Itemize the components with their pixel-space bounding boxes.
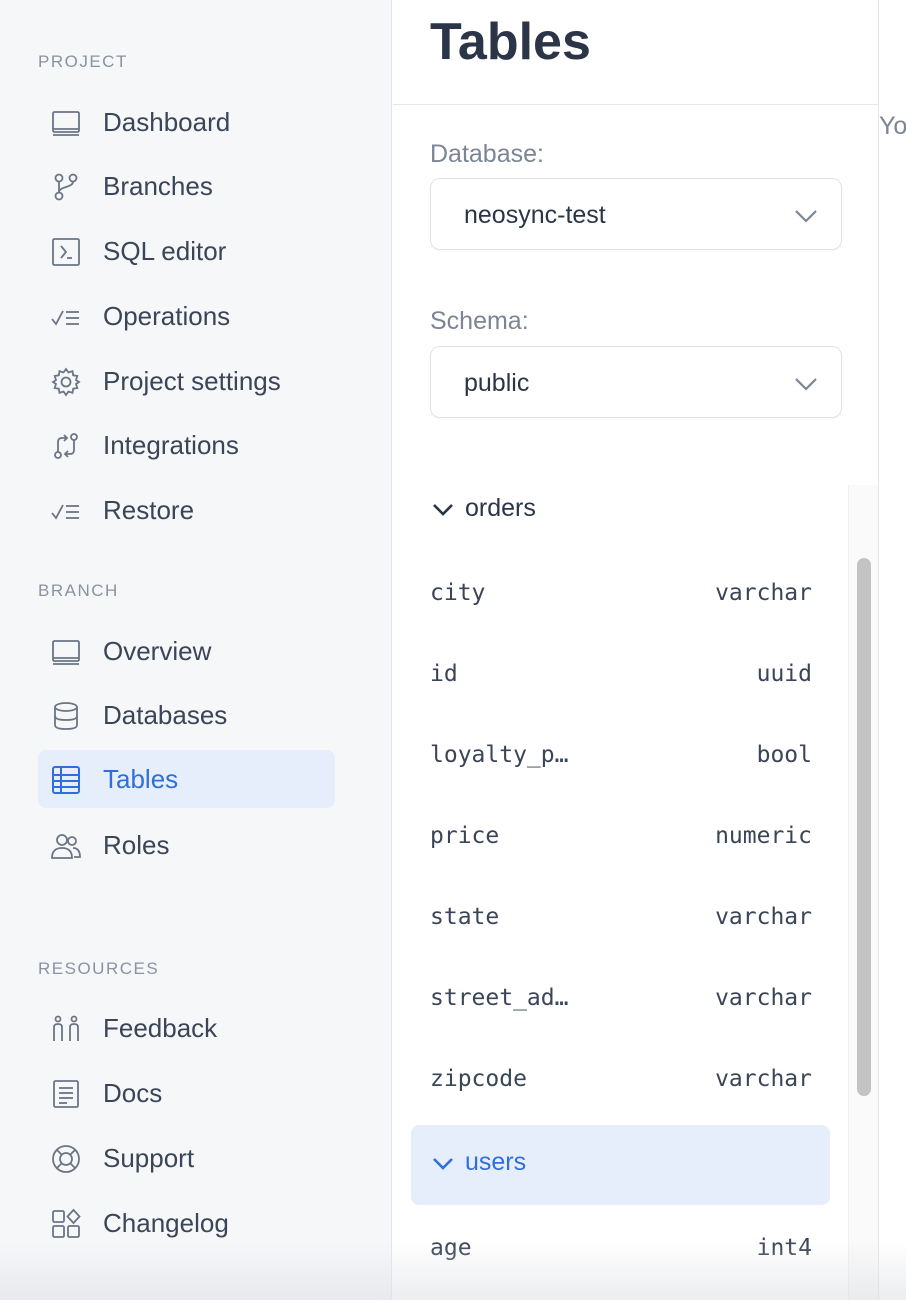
schema-select[interactable]: public <box>430 346 842 418</box>
sidebar-item-support[interactable]: Support <box>38 1129 335 1187</box>
feedback-icon <box>50 1013 82 1045</box>
sidebar-item-branches[interactable]: Branches <box>38 157 335 215</box>
sidebar-item-label: Docs <box>103 1077 163 1108</box>
section-label-project: PROJECT <box>38 52 128 71</box>
chevron-down-icon <box>795 378 817 391</box>
database-label: Database: <box>430 140 544 168</box>
column-name: id <box>430 661 458 687</box>
chevron-down-icon <box>433 1158 453 1170</box>
branch-icon <box>50 171 82 203</box>
table-item-users[interactable]: users <box>411 1125 830 1205</box>
column-row: price numeric <box>430 817 812 857</box>
dashboard-icon <box>50 107 82 139</box>
sidebar-item-label: Branches <box>103 170 213 201</box>
restore-icon <box>50 495 82 527</box>
column-type: uuid <box>756 661 812 687</box>
table-tree[interactable]: orders city varchar id uuid loyalty_p… b… <box>393 485 848 1300</box>
chevron-down-icon <box>795 210 817 223</box>
sidebar-item-label: Roles <box>103 829 170 860</box>
users-icon <box>50 830 82 862</box>
schema-select-value: public <box>464 369 530 397</box>
sidebar-item-label: Project settings <box>103 365 281 396</box>
table-icon <box>50 764 82 796</box>
sidebar-item-label: Support <box>103 1142 195 1173</box>
changelog-icon <box>50 1208 82 1240</box>
section-label-resources: RESOURCES <box>38 959 160 978</box>
page-title: Tables <box>430 13 591 71</box>
table-tree-scrollbar-thumb[interactable] <box>857 558 871 1096</box>
sidebar-item-changelog[interactable]: Changelog <box>38 1194 335 1252</box>
schema-label: Schema: <box>430 307 529 335</box>
sidebar-item-label: Overview <box>103 635 212 666</box>
title-divider <box>393 104 878 105</box>
overview-icon <box>50 636 82 668</box>
column-type: varchar <box>715 1066 812 1092</box>
lifebuoy-icon <box>50 1143 82 1175</box>
docs-icon <box>50 1078 82 1110</box>
column-type: varchar <box>715 580 812 606</box>
sidebar-item-sql-editor[interactable]: SQL editor <box>38 222 335 280</box>
column-name: street_ad… <box>430 985 569 1011</box>
sql-editor-icon <box>50 236 82 268</box>
column-name: city <box>430 580 486 606</box>
column-name: state <box>430 904 500 930</box>
operations-icon <box>50 301 82 333</box>
tables-panel: Tables Database: neosync-test Schema: pu… <box>393 0 878 1300</box>
detail-text: Yo <box>879 112 906 140</box>
table-detail-panel: Yo <box>879 0 906 1300</box>
sidebar-item-label: Changelog <box>103 1207 229 1238</box>
chevron-down-icon <box>433 504 453 516</box>
sidebar-item-restore[interactable]: Restore <box>38 481 335 539</box>
sidebar-item-dashboard[interactable]: Dashboard <box>38 93 335 151</box>
column-row: loyalty_p… bool <box>430 736 812 776</box>
sidebar-item-overview[interactable]: Overview <box>38 622 335 680</box>
sidebar-item-label: SQL editor <box>103 235 227 266</box>
sidebar-item-label: Restore <box>103 494 195 525</box>
gear-icon <box>50 366 82 398</box>
column-name: price <box>430 823 500 849</box>
sidebar-item-docs[interactable]: Docs <box>38 1064 335 1122</box>
sidebar-item-label: Databases <box>103 699 228 730</box>
sidebar-item-label: Operations <box>103 300 231 331</box>
table-name: orders <box>465 494 536 522</box>
sidebar-item-tables[interactable]: Tables <box>38 750 335 808</box>
sidebar-item-feedback[interactable]: Feedback <box>38 999 335 1057</box>
database-select[interactable]: neosync-test <box>430 178 842 250</box>
column-row: state varchar <box>430 898 812 938</box>
sidebar-item-project-settings[interactable]: Project settings <box>38 352 335 410</box>
column-row: id uuid <box>430 655 812 695</box>
column-row: age int4 <box>430 1229 812 1269</box>
column-type: varchar <box>715 904 812 930</box>
sidebar: PROJECT Dashboard Branches SQL editor Op… <box>0 0 392 1300</box>
table-item-orders[interactable]: orders <box>411 485 830 551</box>
integrations-icon <box>50 430 82 462</box>
column-type: int4 <box>756 1235 812 1261</box>
table-name: users <box>465 1148 527 1176</box>
column-row: zipcode varchar <box>430 1060 812 1100</box>
sidebar-item-databases[interactable]: Databases <box>38 686 335 744</box>
column-type: numeric <box>715 823 812 849</box>
column-type: varchar <box>715 985 812 1011</box>
column-name: age <box>430 1235 472 1261</box>
database-select-value: neosync-test <box>464 201 606 229</box>
column-name: loyalty_p… <box>430 742 569 768</box>
sidebar-item-label: Dashboard <box>103 106 231 137</box>
column-name: zipcode <box>430 1066 527 1092</box>
column-row: city varchar <box>430 574 812 614</box>
sidebar-item-integrations[interactable]: Integrations <box>38 416 335 474</box>
sidebar-item-label: Feedback <box>103 1012 218 1043</box>
column-row: street_ad… varchar <box>430 979 812 1019</box>
sidebar-item-label: Tables <box>103 763 179 794</box>
database-icon <box>50 700 82 732</box>
sidebar-item-roles[interactable]: Roles <box>38 816 335 874</box>
sidebar-item-label: Integrations <box>103 429 239 460</box>
sidebar-item-operations[interactable]: Operations <box>38 287 335 345</box>
section-label-branch: BRANCH <box>38 581 119 600</box>
column-type: bool <box>756 742 812 768</box>
